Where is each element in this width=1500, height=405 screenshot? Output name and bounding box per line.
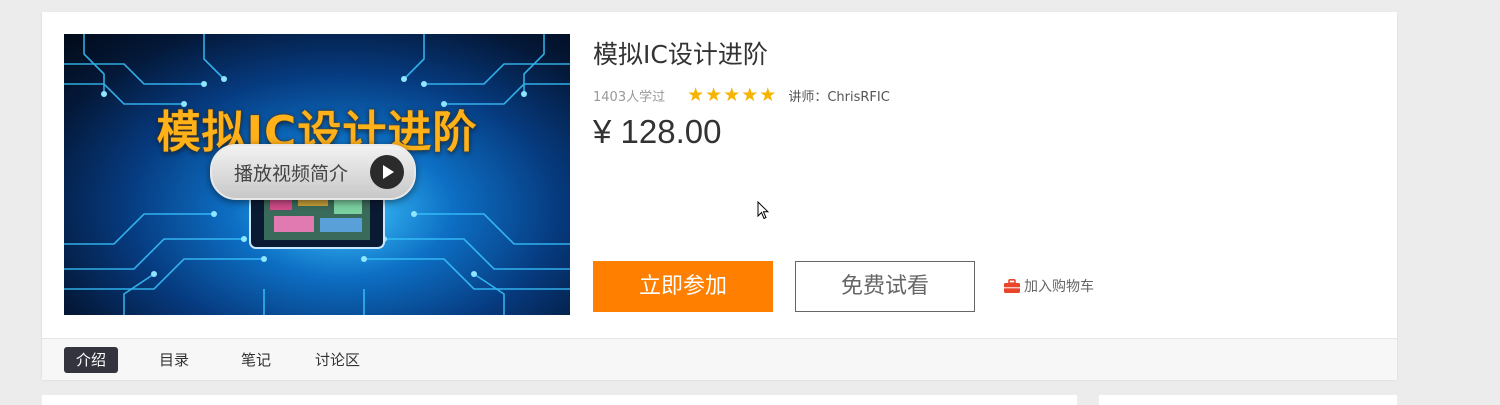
content-panel [42,395,1077,405]
play-icon [370,155,404,189]
teacher-name: 讲师：ChrisRFIC [788,89,890,105]
join-now-button[interactable]: 立即参加 [593,261,773,312]
free-trial-button[interactable]: 免费试看 [795,261,975,312]
star-icon: ★ [705,84,723,106]
star-icon: ★ [723,84,741,106]
tab-discussion[interactable]: 讨论区 [315,347,360,373]
learner-count: 1403人学过 [593,89,666,105]
course-title: 模拟IC设计进阶 [593,40,768,69]
course-tab-bar: 介绍 目录 笔记 讨论区 [42,338,1397,380]
course-price: ¥ 128.00 [593,113,722,150]
star-icon: ★ [741,84,759,106]
side-panel [1099,395,1397,405]
play-intro-video-button[interactable]: 播放视频简介 [210,144,416,200]
tab-intro[interactable]: 介绍 [64,347,119,373]
mouse-cursor-icon [757,201,769,220]
play-intro-label: 播放视频简介 [234,162,349,185]
course-thumbnail[interactable]: 模拟IC设计进阶 播放视频简介 [64,34,570,315]
course-card: 模拟IC设计进阶 播放视频简介 模拟IC设计进阶 1403人学过 ★ ★ ★ ★… [42,12,1397,380]
cart-icon [1004,279,1020,293]
star-icon: ★ [687,84,705,106]
course-meta: 1403人学过 ★ ★ ★ ★ ★ 讲师：ChrisRFIC [593,85,890,105]
tab-notes[interactable]: 笔记 [241,347,271,373]
add-to-cart-link[interactable]: 加入购物车 [1004,276,1094,296]
star-icon: ★ [759,84,777,106]
rating-stars: ★ ★ ★ ★ ★ [687,84,777,106]
tab-catalog[interactable]: 目录 [159,347,189,373]
add-to-cart-label: 加入购物车 [1024,279,1094,295]
